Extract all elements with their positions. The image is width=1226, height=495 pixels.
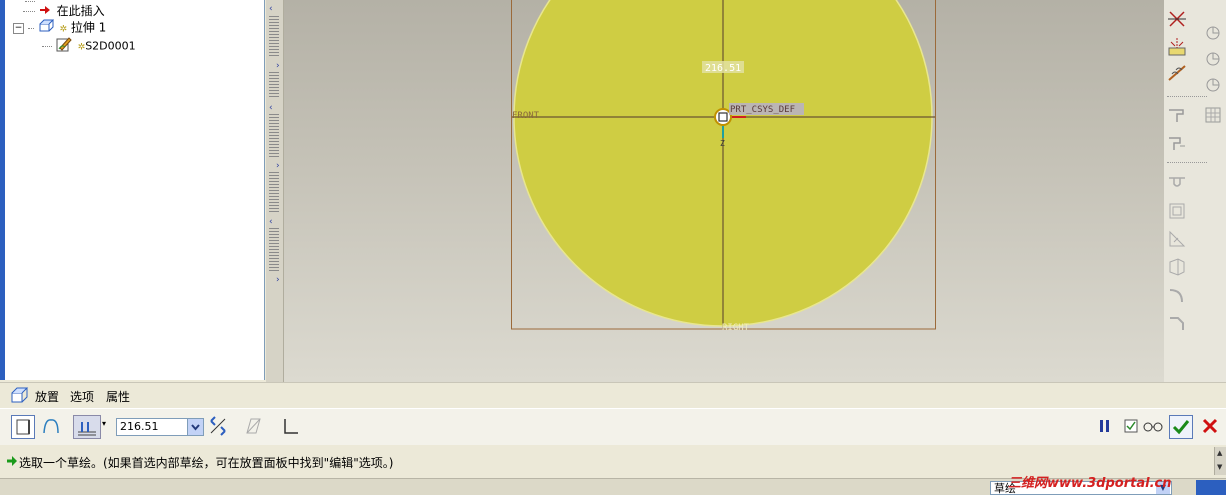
hole-tool-icon[interactable] <box>1166 172 1188 194</box>
apply-button[interactable] <box>1169 415 1193 439</box>
depth-value[interactable]: 216.51 <box>120 420 159 433</box>
csys-label: PRT_CSYS_DEF <box>730 105 795 115</box>
csys-datum-icon[interactable] <box>1202 22 1224 44</box>
scroll-down-icon[interactable]: ▼ <box>1217 463 1222 471</box>
datum-point-icon[interactable] <box>1166 8 1188 30</box>
verify-glasses-icon[interactable] <box>1141 415 1165 439</box>
dropdown-arrow-icon[interactable]: ▾ <box>102 419 106 428</box>
expand-right-icon[interactable]: › <box>276 162 284 171</box>
pattern-icon[interactable] <box>1202 104 1224 126</box>
extrude-tool-icon[interactable] <box>1166 104 1188 126</box>
depth-dropdown-button[interactable] <box>187 419 203 435</box>
status-indicator <box>1196 480 1226 495</box>
dimension-label[interactable]: 216.51 <box>705 63 741 74</box>
remove-material-button[interactable] <box>242 415 266 439</box>
tree-item-insert-here[interactable]: 在此插入 <box>23 3 105 19</box>
depth-option-button[interactable] <box>73 415 101 439</box>
expand-right-icon[interactable]: › <box>276 276 284 285</box>
shell-tool-icon[interactable] <box>1166 200 1188 222</box>
tree-item-label: 在此插入 <box>56 4 105 18</box>
chamfer-tool-icon[interactable] <box>1166 312 1188 334</box>
rib-tool-icon[interactable] <box>1166 228 1188 250</box>
splitter-grip[interactable] <box>269 114 279 158</box>
round-tool-icon[interactable] <box>1166 284 1188 306</box>
tab-options[interactable]: 选项 <box>70 388 94 405</box>
graphics-window[interactable]: 216.51 FRONT PRT_CSYS_DEF Z RIGHT <box>284 0 1164 382</box>
draft-tool-icon[interactable] <box>1166 256 1188 278</box>
panel-splitter[interactable]: ‹ › ‹ › ‹ › <box>266 0 284 382</box>
datum-axis-icon[interactable] <box>1166 36 1188 58</box>
cancel-button[interactable] <box>1199 415 1223 439</box>
collapse-toggle-icon[interactable]: − <box>13 22 24 34</box>
csys-datum-icon[interactable] <box>1202 74 1224 96</box>
extrude-feature-icon <box>38 19 54 37</box>
tree-item-extrude[interactable]: − ✲ 拉伸 1 <box>13 19 106 35</box>
revolve-tool-icon[interactable] <box>1166 132 1188 154</box>
collapse-left-icon[interactable]: ‹ <box>269 104 277 113</box>
splitter-grip[interactable] <box>269 228 279 272</box>
tree-item-label: S2D0001 <box>85 39 136 53</box>
flip-direction-button[interactable] <box>207 415 231 439</box>
sketch-icon <box>56 36 72 56</box>
splitter-grip[interactable] <box>269 72 279 98</box>
drag-handle-icon[interactable] <box>718 112 728 122</box>
watermark-text: 三维网www.3dportal.cn <box>1008 476 1172 491</box>
collapse-left-icon[interactable]: ‹ <box>269 5 277 14</box>
message-scrollbar[interactable]: ▲ ▼ <box>1214 447 1226 475</box>
scroll-up-icon[interactable]: ▲ <box>1217 449 1222 457</box>
splitter-grip[interactable] <box>269 16 279 56</box>
analysis-icon[interactable] <box>1202 48 1224 70</box>
tree-item-sketch[interactable]: ✲S2D0001 <box>42 36 136 53</box>
toolbar-separator <box>1167 96 1207 97</box>
model-tree-panel: 在此插入 − ✲ 拉伸 1 ✲S2D0001 <box>0 0 265 380</box>
insert-here-arrow-icon <box>39 4 51 20</box>
message-arrow-icon <box>6 455 18 470</box>
pause-button[interactable] <box>1094 415 1118 439</box>
front-datum-label: FRONT <box>512 111 540 121</box>
extrude-dashboard-icon <box>10 387 30 408</box>
z-axis-label: Z <box>720 139 725 148</box>
tree-item-label: 拉伸 1 <box>70 20 107 35</box>
solid-toggle-button[interactable] <box>11 415 35 439</box>
message-text: 选取一个草绘。(如果首选内部草绘，可在放置面板中找到"编辑"选项。) <box>19 456 394 470</box>
toolbar-separator <box>1167 162 1207 163</box>
new-feature-star-icon: ✲ <box>59 24 68 35</box>
right-datum-label: RIGHT <box>722 323 750 333</box>
tab-placement[interactable]: 放置 <box>35 388 59 405</box>
datum-curve-icon[interactable] <box>1166 62 1188 84</box>
tab-properties[interactable]: 属性 <box>106 388 130 405</box>
dashboard-bar: ▾ 216.51 <box>0 408 1226 446</box>
splitter-grip[interactable] <box>269 172 279 214</box>
surface-toggle-button[interactable] <box>40 415 64 439</box>
right-toolbar <box>1164 0 1226 382</box>
thicken-sketch-button[interactable] <box>280 415 304 439</box>
expand-right-icon[interactable]: › <box>276 62 284 71</box>
sketch-canvas[interactable]: 216.51 FRONT PRT_CSYS_DEF Z RIGHT <box>284 0 1164 382</box>
depth-value-field[interactable]: 216.51 <box>116 418 204 436</box>
dashboard-tabs: 放置 选项 属性 <box>0 382 1226 409</box>
collapse-left-icon[interactable]: ‹ <box>269 218 277 227</box>
